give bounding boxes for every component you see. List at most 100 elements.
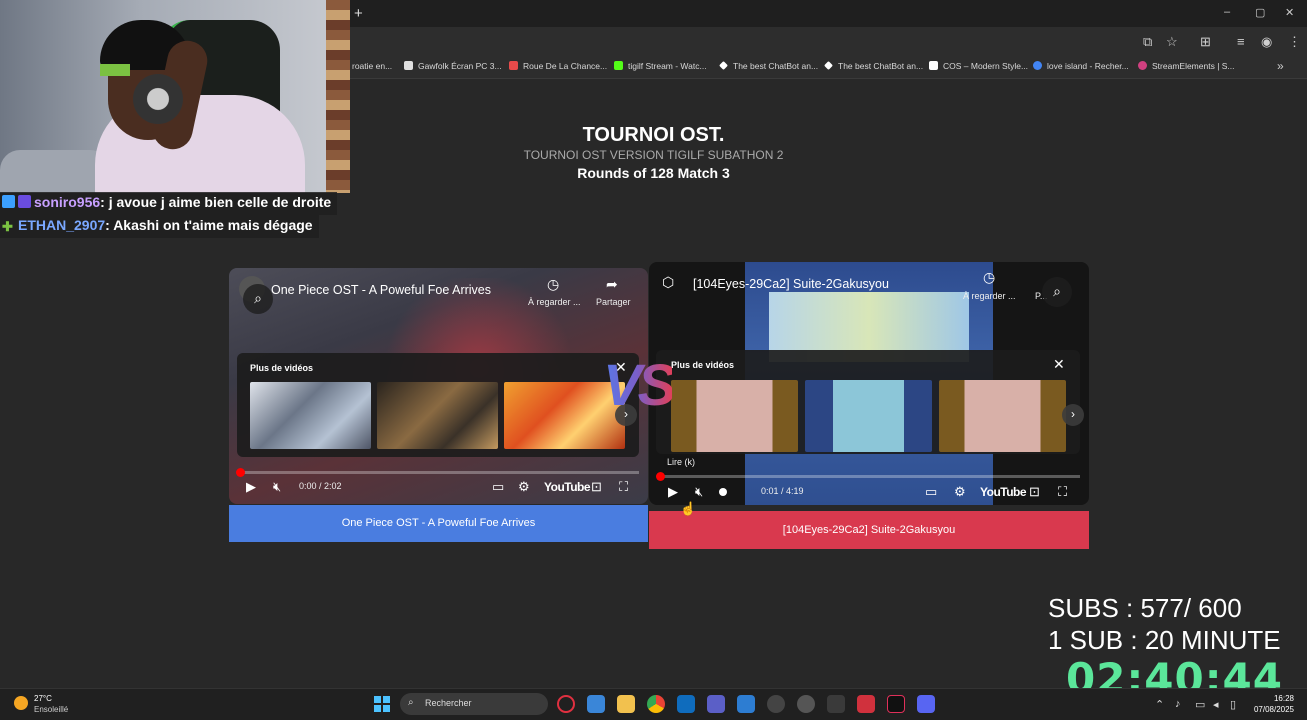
media-control-icon[interactable]: ≡ [1237, 34, 1245, 49]
settings-gear-icon[interactable]: ⚙ [954, 484, 966, 500]
bookmark-favicon-icon [929, 61, 938, 70]
menu-icon[interactable]: ⋮ [1288, 34, 1301, 50]
volume-slider-knob[interactable] [719, 488, 727, 496]
watch-later-label[interactable]: À regarder ... [963, 291, 1016, 301]
new-tab-button[interactable]: + [354, 5, 363, 22]
microphone-icon[interactable]: ♪ [1175, 698, 1181, 710]
bookmark-item[interactable]: roatie en... [352, 61, 392, 71]
video-title[interactable]: One Piece OST - A Poweful Foe Arrives [271, 283, 491, 297]
video-thumbnail[interactable] [377, 382, 498, 449]
chat-username: soniro956 [34, 194, 101, 210]
teams-icon[interactable] [707, 695, 725, 713]
network-icon[interactable]: ▭ [1195, 698, 1205, 711]
profile-icon[interactable]: ◉ [1261, 34, 1272, 50]
app-icon[interactable] [737, 695, 755, 713]
zoom-icon[interactable]: ⌕ [1042, 277, 1072, 307]
more-videos-title: Plus de vidéos [671, 360, 735, 370]
bookmark-item[interactable]: Roue De La Chance... [509, 61, 607, 71]
tiktok-icon[interactable] [887, 695, 905, 713]
video-thumbnail[interactable] [939, 380, 1066, 452]
kick-favicon-icon [614, 61, 623, 70]
chat-text: : Akashi on t'aime mais dégage [105, 217, 313, 233]
taskbar-date[interactable]: 07/08/2025 [1246, 705, 1294, 714]
opera-gx-icon[interactable] [557, 695, 575, 713]
translate-icon[interactable]: ⧉ [1143, 34, 1152, 50]
bookmark-star-icon[interactable]: ☆ [1166, 34, 1178, 50]
weather-temperature[interactable]: 27°C [34, 694, 52, 703]
taskbar-clock[interactable]: 16:28 [1252, 694, 1294, 703]
weather-condition[interactable]: Ensoleillé [34, 705, 68, 714]
file-explorer-icon[interactable] [617, 695, 635, 713]
extensions-icon[interactable]: ⊞ [1200, 34, 1211, 50]
tray-overflow-icon[interactable]: ⌃ [1155, 698, 1164, 711]
chrome-icon[interactable] [647, 695, 665, 713]
watch-later-label[interactable]: À regarder ... [528, 297, 581, 307]
cast-icon[interactable]: ⊡ [591, 479, 602, 495]
settings-gear-icon[interactable]: ⚙ [518, 479, 530, 495]
bookmark-item[interactable]: The best ChatBot an... [719, 61, 818, 71]
share-label[interactable]: Partager [596, 297, 631, 307]
taskbar-search[interactable]: ⌕ Rechercher [400, 693, 548, 715]
share-icon[interactable]: ➦ [606, 276, 618, 293]
chat-username: ETHAN_2907 [18, 217, 106, 233]
subtitles-icon[interactable]: ▭ [925, 484, 937, 500]
obs-icon[interactable] [797, 695, 815, 713]
versus-label: VS [603, 353, 676, 418]
youtube-logo[interactable]: YouTube [544, 480, 591, 494]
minimize-button[interactable]: – [1224, 6, 1230, 18]
bookmark-item[interactable]: The best ChatBot an... [824, 61, 923, 71]
play-icon[interactable]: ▶ [246, 479, 256, 495]
app-icon[interactable] [767, 695, 785, 713]
volume-icon[interactable]: ◂ [1213, 698, 1219, 711]
bookmark-item[interactable]: Gawfolk Écran PC 3... [404, 61, 502, 71]
discord-icon[interactable] [917, 695, 935, 713]
video-player-left[interactable]: One Piece OST - A Poweful Foe Arrives ⌕ … [229, 268, 648, 504]
clock-icon[interactable]: ◷ [547, 276, 559, 293]
headphones-icon [133, 74, 183, 124]
progress-scrubber[interactable] [656, 472, 665, 481]
cast-icon[interactable]: ⊡ [1029, 484, 1040, 500]
close-window-button[interactable]: ✕ [1285, 6, 1294, 19]
bookmark-item[interactable]: StreamElements | S... [1138, 61, 1235, 71]
video-thumbnail[interactable] [671, 380, 798, 452]
fullscreen-icon[interactable]: ⛶ [1058, 484, 1067, 500]
outlook-icon[interactable] [677, 695, 695, 713]
fullscreen-icon[interactable]: ⛶ [619, 479, 628, 495]
next-arrow-icon[interactable]: › [1062, 404, 1084, 426]
bookmark-item[interactable]: love island - Recher... [1033, 61, 1129, 71]
mute-icon[interactable]: 🔇︎ [273, 479, 281, 495]
app-icon[interactable] [827, 695, 845, 713]
video-title[interactable]: [104Eyes-29Ca2] Suite-2Gakusyou [693, 277, 889, 291]
channel-logo-icon[interactable]: ⬡ [662, 274, 674, 291]
more-videos-title: Plus de vidéos [250, 363, 314, 373]
play-icon[interactable]: ▶ [668, 484, 678, 500]
bookmark-item[interactable]: COS – Modern Style... [929, 61, 1028, 71]
pillow [0, 150, 110, 193]
vote-left-button[interactable]: One Piece OST - A Poweful Foe Arrives [229, 505, 648, 542]
more-videos-panel: Plus de vidéos ✕ › [656, 350, 1084, 454]
progress-bar[interactable] [659, 475, 1080, 478]
progress-bar[interactable] [238, 471, 639, 474]
video-thumbnail[interactable] [805, 380, 932, 452]
close-icon[interactable]: ✕ [1053, 356, 1065, 373]
youtube-logo[interactable]: YouTube [980, 485, 1027, 499]
webcam-overlay [0, 0, 350, 193]
subtitles-icon[interactable]: ▭ [492, 479, 504, 495]
bookmark-item[interactable]: tigilf Stream - Watc... [614, 61, 707, 71]
video-thumbnail[interactable] [250, 382, 371, 449]
weather-sun-icon[interactable] [14, 696, 28, 710]
windows-start-icon[interactable] [374, 696, 390, 712]
app-icon[interactable] [857, 695, 875, 713]
zoom-icon[interactable]: ⌕ [243, 284, 273, 314]
maximize-button[interactable]: ▢ [1255, 6, 1265, 19]
search-icon: ⌕ [408, 697, 414, 708]
mute-icon[interactable]: 🔇︎ [695, 484, 703, 500]
clock-icon[interactable]: ◷ [983, 269, 995, 286]
bookmarks-more-button[interactable]: » [1277, 59, 1284, 73]
battery-icon[interactable]: ▯ [1230, 698, 1236, 711]
vote-right-button[interactable]: [104Eyes-29Ca2] Suite-2Gakusyou [649, 511, 1089, 549]
bookmark-favicon-icon [509, 61, 518, 70]
progress-scrubber[interactable] [236, 468, 245, 477]
video-player-right[interactable]: ⬡ [104Eyes-29Ca2] Suite-2Gakusyou ◷ À re… [649, 262, 1089, 505]
store-icon[interactable] [587, 695, 605, 713]
